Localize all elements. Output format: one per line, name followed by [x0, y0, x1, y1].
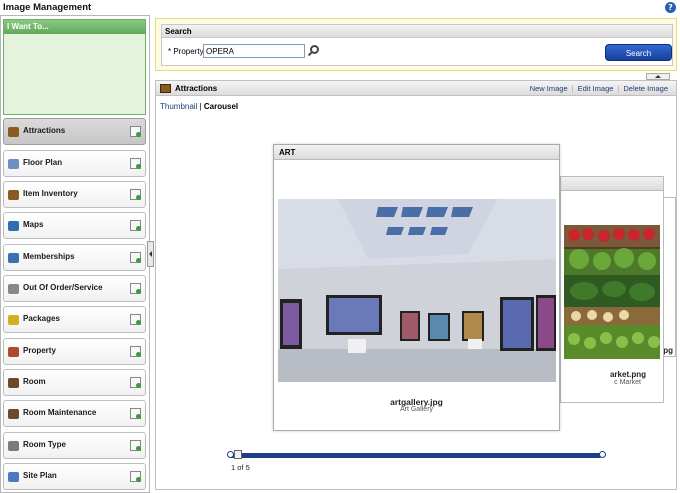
attractions-icon: [160, 84, 171, 93]
sidebar-item-item-inventory[interactable]: Item Inventory: [3, 181, 146, 208]
slider-end-right: [599, 451, 606, 458]
carousel-card-back[interactable]: arket.png c Market: [560, 176, 664, 403]
title-bar: Image Management ?: [0, 0, 680, 16]
back-card-caption: c Market: [614, 379, 641, 386]
sidebar-item-memberships[interactable]: Memberships: [3, 244, 146, 271]
market-thumbnail: [564, 225, 660, 359]
add-icon[interactable]: [130, 189, 141, 200]
sidebar-item-label: Room Maintenance: [23, 408, 97, 417]
sidebar-item-label: Room: [23, 377, 46, 386]
view-toggle: Thumbnail | Carousel: [160, 102, 238, 111]
edit-image-link[interactable]: Edit Image: [574, 84, 618, 93]
sidebar-item-label: Room Type: [23, 440, 66, 449]
sidebar-item-label: Item Inventory: [23, 189, 78, 198]
site-plan-icon: [8, 472, 19, 482]
carousel-card-front[interactable]: ART artgallery.jpg Art Gallery: [273, 144, 560, 431]
sidebar-item-room-maintenance[interactable]: Room Maintenance: [3, 400, 146, 427]
property-label: * Property: [168, 47, 204, 56]
maps-icon: [8, 221, 19, 231]
sidebar-item-label: Out Of Order/Service: [23, 283, 103, 292]
carousel-page-count: 1 of 5: [231, 463, 250, 472]
sidebar-item-floor-plan[interactable]: Floor Plan: [3, 150, 146, 177]
panel-actions: New Image | Edit Image | Delete Image: [526, 84, 672, 93]
i-want-to-panel: I Want To...: [3, 19, 146, 115]
thumbnail-view-link[interactable]: Thumbnail: [160, 102, 197, 111]
carousel-slider-thumb[interactable]: [234, 450, 242, 459]
attractions-panel: Attractions New Image | Edit Image | Delete …: [155, 80, 677, 490]
sidebar-item-attractions[interactable]: Attractions: [3, 118, 146, 145]
wrench-icon: [8, 284, 19, 294]
add-icon[interactable]: [130, 377, 141, 388]
add-icon[interactable]: [130, 346, 141, 357]
add-icon[interactable]: [130, 220, 141, 231]
back-card-file-name: arket.png: [609, 370, 646, 379]
sidebar-item-packages[interactable]: Packages: [3, 306, 146, 333]
add-icon[interactable]: [130, 126, 141, 137]
front-card-title: ART: [274, 145, 559, 160]
room-type-icon: [8, 441, 19, 451]
slider-end-left: [227, 451, 234, 458]
item-inventory-icon: [8, 190, 19, 200]
sidebar-item-label: Attractions: [23, 126, 66, 135]
sidebar-item-label: Memberships: [23, 252, 75, 261]
memberships-icon: [8, 253, 19, 263]
search-panel: Search * Property Search: [155, 18, 677, 71]
floor-plan-icon: [8, 159, 19, 169]
app-title: Image Management: [3, 2, 92, 13]
add-icon[interactable]: [130, 471, 141, 482]
property-input[interactable]: [203, 44, 305, 58]
room-maintenance-icon: [8, 409, 19, 419]
add-icon[interactable]: [130, 283, 141, 294]
add-icon[interactable]: [130, 314, 141, 325]
back-card-header: [561, 177, 663, 191]
sidebar-item-label: Floor Plan: [23, 158, 63, 167]
collapse-sidebar-handle[interactable]: [147, 241, 154, 267]
view-separator: |: [199, 102, 202, 111]
sidebar-item-label: Property: [23, 346, 56, 355]
search-header: Search: [162, 25, 672, 38]
attractions-icon: [8, 127, 19, 137]
sidebar-item-label: Maps: [23, 220, 44, 229]
room-icon: [8, 378, 19, 388]
sidebar-item-label: Site Plan: [23, 471, 57, 480]
search-lookup-icon[interactable]: [310, 45, 319, 54]
panel-title: Attractions: [175, 84, 218, 93]
front-card-caption: Art Gallery: [399, 406, 434, 413]
add-icon[interactable]: [130, 408, 141, 419]
sidebar-item-property[interactable]: Property: [3, 338, 146, 365]
sidebar-item-maps[interactable]: Maps: [3, 212, 146, 239]
add-icon[interactable]: [130, 158, 141, 169]
carousel-slider-track[interactable]: [230, 453, 602, 458]
sidebar-item-room-type[interactable]: Room Type: [3, 432, 146, 459]
new-image-link[interactable]: New Image: [526, 84, 572, 93]
i-want-to-header: I Want To...: [4, 20, 145, 34]
property-icon: [8, 347, 19, 357]
search-button[interactable]: Search: [605, 44, 672, 61]
sidebar-item-label: Packages: [23, 314, 60, 323]
sidebar-item-site-plan[interactable]: Site Plan: [3, 463, 146, 490]
add-icon[interactable]: [130, 440, 141, 451]
panel-header: Attractions New Image | Edit Image | Delete …: [156, 81, 676, 96]
search-box: Search * Property Search: [161, 24, 673, 66]
help-icon[interactable]: ?: [665, 2, 676, 13]
art-gallery-image: [278, 199, 556, 382]
packages-icon: [8, 315, 19, 325]
add-icon[interactable]: [130, 252, 141, 263]
carousel-view-link[interactable]: Carousel: [204, 102, 238, 111]
sidebar-item-out-of-order-service[interactable]: Out Of Order/Service: [3, 275, 146, 302]
collapse-search-button[interactable]: [646, 73, 670, 80]
delete-image-link[interactable]: Delete Image: [619, 84, 672, 93]
sidebar-item-room[interactable]: Room: [3, 369, 146, 396]
